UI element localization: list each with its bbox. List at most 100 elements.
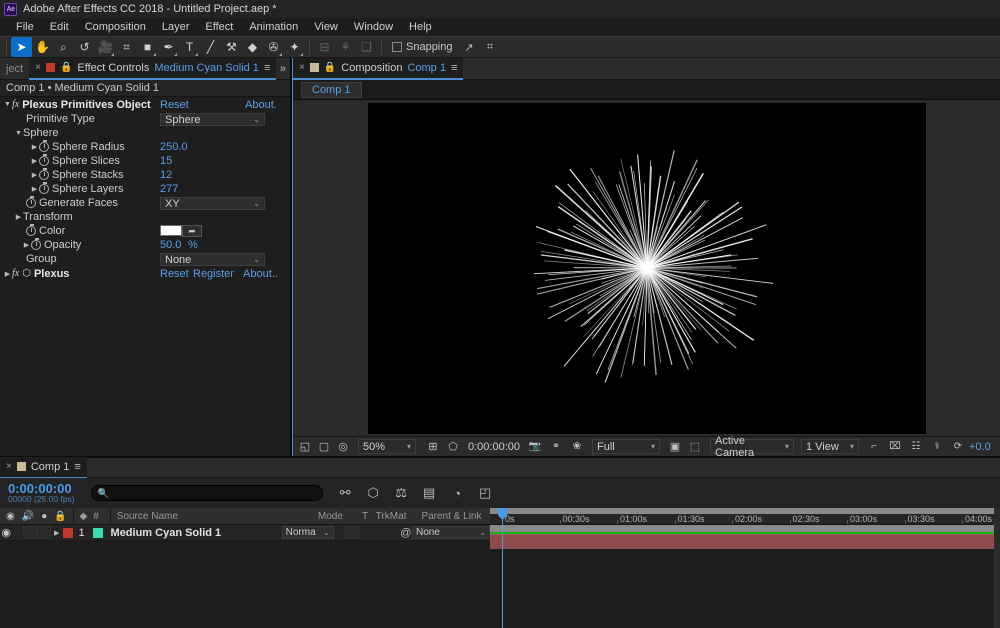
tab-composition[interactable]: × 🔒 Composition Comp 1 ≡ <box>293 57 464 80</box>
close-icon[interactable]: × <box>299 62 305 73</box>
solo-toggle[interactable] <box>23 526 38 539</box>
property-row[interactable]: Group None ⌄ <box>0 252 290 266</box>
property-dropdown[interactable]: Sphere ⌄ <box>160 113 265 126</box>
exposure-value[interactable]: +0.0 <box>969 441 991 453</box>
tab-effect-controls[interactable]: × 🔒 Effect Controls Medium Cyan Solid 1 … <box>29 57 277 80</box>
chevron-down-icon[interactable]: ▼ <box>3 101 12 108</box>
stopwatch-icon[interactable] <box>39 182 49 194</box>
resolution-icon[interactable]: ⊞ <box>425 439 441 455</box>
chevron-right-icon[interactable]: ▶ <box>51 525 62 541</box>
close-icon[interactable]: × <box>6 461 12 472</box>
motion-blur-icon[interactable]: ◔ <box>449 485 466 502</box>
property-value[interactable]: 15 <box>160 155 172 167</box>
region-icon[interactable]: ⬚ <box>687 439 703 455</box>
about-link[interactable]: About. <box>245 99 277 111</box>
reset-exposure-icon[interactable]: ⟳ <box>950 439 966 455</box>
chevron-right-icon[interactable]: ▶ <box>14 213 23 221</box>
property-row[interactable]: Primitive Type Sphere ⌄ <box>0 112 290 126</box>
property-row[interactable]: ▶ Sphere Radius 250.0 <box>0 140 290 154</box>
chevron-down-icon[interactable]: ▼ <box>14 130 23 137</box>
menu-effect[interactable]: Effect <box>197 20 241 34</box>
zoom-tool[interactable]: ⌕ <box>53 37 74 57</box>
lock-toggle[interactable] <box>37 526 52 539</box>
channel-rgb-icon[interactable]: ❀ <box>569 439 585 455</box>
reset-link[interactable]: Reset <box>160 99 189 111</box>
property-dropdown[interactable]: XY ⌄ <box>160 197 265 210</box>
shape-tool[interactable]: ■ <box>137 37 158 57</box>
property-value[interactable]: 250.0 <box>160 141 188 153</box>
property-row[interactable]: Color ➦ <box>0 224 290 238</box>
chevron-right-icon[interactable]: ▶ <box>3 270 12 278</box>
work-area-bar[interactable] <box>490 525 1000 532</box>
panel-menu-icon[interactable]: ≡ <box>74 461 80 473</box>
stopwatch-icon[interactable] <box>39 168 49 180</box>
menu-view[interactable]: View <box>306 20 346 34</box>
roto-brush-tool[interactable]: ✇ <box>263 37 284 57</box>
stopwatch-icon[interactable] <box>26 224 36 236</box>
menu-edit[interactable]: Edit <box>42 20 77 34</box>
chevron-right-icon[interactable]: ▶ <box>30 171 39 179</box>
chevron-right-icon[interactable]: ▶ <box>30 143 39 151</box>
property-dropdown[interactable]: None ⌄ <box>160 253 265 266</box>
graph-editor-icon[interactable]: ◰ <box>477 485 494 502</box>
layer-blend-mode-select[interactable]: Norma ⌄ <box>281 526 334 539</box>
stopwatch-icon[interactable] <box>39 154 49 166</box>
layer-label-color[interactable] <box>63 527 74 538</box>
panel-menu-icon[interactable]: ≡ <box>264 62 270 74</box>
hand-tool[interactable]: ✋ <box>32 37 53 57</box>
lock-icon[interactable]: 🔒 <box>60 62 72 73</box>
property-value[interactable]: 50.0 <box>160 239 181 251</box>
layer-parent-select[interactable]: None ⌄ <box>411 526 490 539</box>
stopwatch-icon[interactable] <box>26 196 36 208</box>
property-row[interactable]: ▶ Sphere Layers 277 <box>0 182 290 196</box>
menu-file[interactable]: File <box>8 20 42 34</box>
audio-icon[interactable]: 🔊 <box>22 511 34 522</box>
property-row[interactable]: ▼ Sphere <box>0 126 290 140</box>
layer-name[interactable]: Medium Cyan Solid 1 <box>111 527 222 539</box>
camera-tool[interactable]: 🎥 <box>95 37 116 57</box>
toggle-rulers-icon[interactable]: ☷ <box>908 439 924 455</box>
chevron-right-icon[interactable]: ▶ <box>30 185 39 193</box>
snapping-checkbox[interactable] <box>392 42 402 52</box>
layer-visibility-toggle[interactable]: ◉ <box>0 525 12 541</box>
about-link[interactable]: About.. <box>243 268 278 280</box>
property-value[interactable]: 277 <box>160 183 178 195</box>
lock-icon[interactable]: 🔒 <box>324 62 336 73</box>
pen-tool[interactable]: ✒ <box>158 37 179 57</box>
composition-mini-flowchart-icon[interactable]: ⚯ <box>337 485 354 502</box>
color-swatch[interactable] <box>160 225 182 236</box>
snapshot-camera-icon[interactable]: 📷 <box>527 439 543 455</box>
toggle-transparency-grid-icon[interactable]: ▣ <box>667 439 683 455</box>
eyedropper-icon[interactable]: ➦ <box>182 225 202 237</box>
solo-icon[interactable]: ● <box>41 511 47 522</box>
property-row[interactable]: ▶ Sphere Stacks 12 <box>0 168 290 182</box>
snap-box-icon[interactable]: ⌗ <box>480 37 501 57</box>
timeline-scrollbar[interactable] <box>994 508 1000 628</box>
menu-help[interactable]: Help <box>401 20 440 34</box>
column-source-name[interactable]: Source Name <box>111 508 318 525</box>
more-tabs-icon[interactable]: » <box>280 63 286 75</box>
views-select[interactable]: 1 View ▾ <box>801 439 859 454</box>
reset-link[interactable]: Reset <box>160 268 189 280</box>
property-row[interactable]: ▶ Sphere Slices 15 <box>0 154 290 168</box>
search-input[interactable] <box>112 487 316 499</box>
clone-stamp-tool[interactable]: ⚒ <box>221 37 242 57</box>
panel-menu-icon[interactable]: ≡ <box>451 62 457 74</box>
always-preview-icon[interactable]: ◱ <box>297 439 313 455</box>
toggle-mask-paths-icon[interactable]: ⌐ <box>866 439 882 455</box>
snap-arrow-icon[interactable]: ↗ <box>459 37 480 57</box>
menu-window[interactable]: Window <box>346 20 401 34</box>
toggle-guides-icon[interactable]: ⌧ <box>887 439 903 455</box>
region-of-interest-icon[interactable]: ⬠ <box>445 439 461 455</box>
brush-tool[interactable]: ╱ <box>200 37 221 57</box>
stopwatch-icon[interactable] <box>31 238 41 250</box>
viewer-timecode[interactable]: 0:00:00:00 <box>464 441 524 453</box>
effect-header-2[interactable]: ▶ fx ⬡ Plexus Reset Register About.. <box>0 266 290 281</box>
video-visibility-icon[interactable]: ◉ <box>6 511 15 522</box>
rotation-tool[interactable]: ↺ <box>74 37 95 57</box>
tab-timeline-comp1[interactable]: × Comp 1 ≡ <box>0 456 87 479</box>
resolution-select[interactable]: Full ▾ <box>592 439 660 454</box>
snapping-toggle[interactable]: Snapping <box>392 41 453 53</box>
subtab-comp1[interactable]: Comp 1 <box>301 81 362 98</box>
menu-layer[interactable]: Layer <box>154 20 198 34</box>
